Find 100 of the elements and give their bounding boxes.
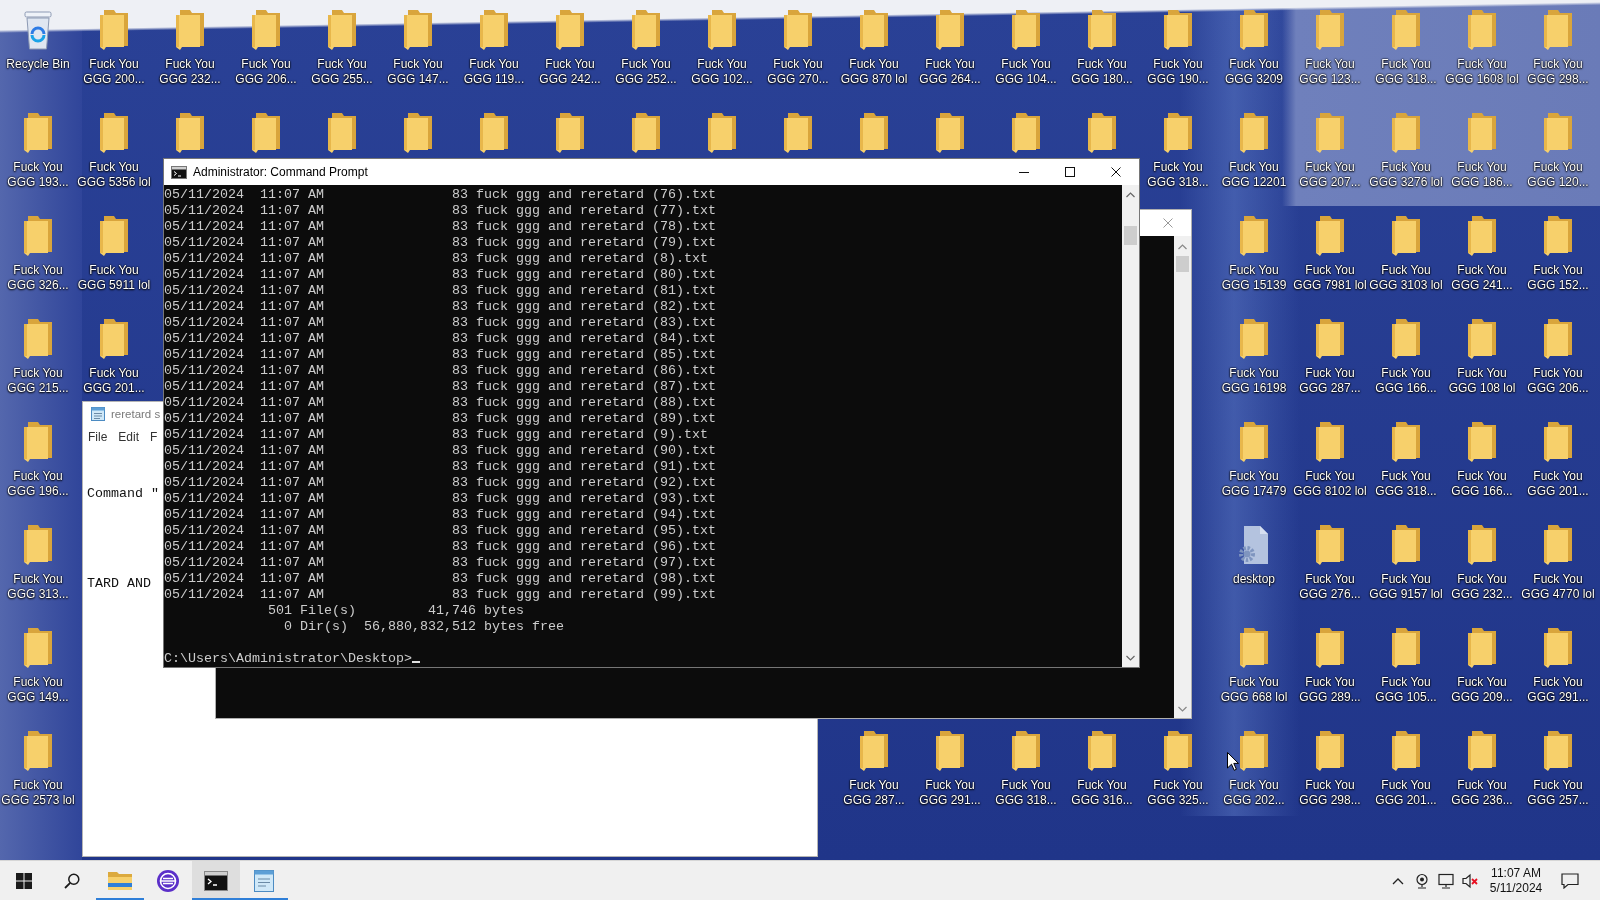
- desktop-folder[interactable]: Fuck You GGG 201...: [1375, 731, 1437, 808]
- desktop-file[interactable]: desktop: [1233, 525, 1275, 587]
- desktop-folder[interactable]: Fuck You GGG 287...: [1299, 319, 1361, 396]
- desktop-folder[interactable]: Fuck You GGG 318...: [1375, 422, 1437, 499]
- folder-icon[interactable]: [1088, 113, 1116, 153]
- desktop-folder[interactable]: Fuck You GGG 264...: [919, 10, 981, 87]
- desktop-folder[interactable]: Fuck You GGG 206...: [1527, 319, 1589, 396]
- desktop-folder[interactable]: Fuck You GGG 291...: [919, 731, 981, 808]
- desktop-folder[interactable]: Fuck You GGG 201...: [1527, 422, 1589, 499]
- chevron-up-icon[interactable]: [1392, 876, 1404, 885]
- folder-icon[interactable]: [936, 113, 964, 153]
- desktop-folder[interactable]: Fuck You GGG 105...: [1375, 628, 1437, 705]
- desktop-folder[interactable]: Fuck You GGG 326...: [7, 216, 69, 293]
- network-icon[interactable]: [1438, 872, 1454, 889]
- folder-icon[interactable]: [480, 113, 508, 153]
- desktop-folder[interactable]: Fuck You GGG 123...: [1299, 10, 1361, 87]
- desktop-folder[interactable]: Fuck You GGG 287...: [843, 731, 905, 808]
- desktop-folder[interactable]: Fuck You GGG 149...: [7, 628, 69, 705]
- desktop-folder[interactable]: Fuck You GGG 102...: [691, 10, 753, 87]
- desktop-folder[interactable]: Fuck You GGG 232...: [1451, 525, 1513, 602]
- desktop-folder[interactable]: Fuck You GGG 291...: [1527, 628, 1589, 705]
- scrollbar-thumb[interactable]: [1176, 256, 1189, 272]
- desktop-folder[interactable]: Fuck You GGG 318...: [1375, 10, 1437, 87]
- desktop-folder[interactable]: Fuck You GGG 236...: [1451, 731, 1513, 808]
- desktop-folder[interactable]: Fuck You GGG 166...: [1375, 319, 1437, 396]
- desktop-folder[interactable]: Fuck You GGG 1608 lol: [1445, 10, 1519, 87]
- taskbar-app-button[interactable]: [192, 861, 240, 900]
- scrollbar[interactable]: [1174, 236, 1191, 718]
- scroll-down-icon[interactable]: [1126, 655, 1135, 661]
- desktop-folder[interactable]: Fuck You GGG 5356 lol: [77, 113, 151, 190]
- desktop-folder[interactable]: Fuck You GGG 276...: [1299, 525, 1361, 602]
- desktop-folder[interactable]: Fuck You GGG 119...: [463, 10, 525, 87]
- desktop-folder[interactable]: Fuck You GGG 186...: [1451, 113, 1513, 190]
- desktop-folder[interactable]: Fuck You GGG 147...: [387, 10, 449, 87]
- desktop-folder[interactable]: Fuck You GGG 200...: [83, 10, 145, 87]
- desktop-folder[interactable]: Fuck You GGG 108 lol: [1448, 319, 1516, 396]
- scrollbar[interactable]: [1122, 185, 1139, 667]
- desktop-folder[interactable]: Fuck You GGG 870 lol: [840, 10, 908, 87]
- desktop-folder[interactable]: Fuck You GGG 152...: [1527, 216, 1589, 293]
- desktop-folder[interactable]: Fuck You GGG 17479: [1221, 422, 1287, 499]
- desktop-folder[interactable]: Fuck You GGG 318...: [1147, 113, 1209, 190]
- menu-item[interactable]: F: [150, 430, 158, 444]
- folder-icon[interactable]: [784, 113, 812, 153]
- desktop-folder[interactable]: Fuck You GGG 318...: [995, 731, 1057, 808]
- menu-item[interactable]: Edit: [118, 430, 140, 444]
- folder-icon[interactable]: [252, 113, 280, 153]
- desktop-folder[interactable]: Fuck You GGG 232...: [159, 10, 221, 87]
- desktop-folder[interactable]: Fuck You GGG 193...: [7, 113, 69, 190]
- desktop-folder[interactable]: Fuck You GGG 313...: [7, 525, 69, 602]
- desktop-folder[interactable]: Fuck You GGG 2573 lol: [1, 731, 75, 808]
- clock-button[interactable]: 11:07 AM 5/11/2024: [1482, 861, 1550, 900]
- folder-icon[interactable]: [1012, 113, 1040, 153]
- desktop-folder[interactable]: Fuck You GGG 207...: [1299, 113, 1361, 190]
- desktop-folder[interactable]: Fuck You GGG 190...: [1147, 10, 1209, 87]
- desktop-folder[interactable]: Fuck You GGG 7981 lol: [1293, 216, 1367, 293]
- desktop-folder[interactable]: Fuck You GGG 316...: [1071, 731, 1133, 808]
- scrollbar-thumb[interactable]: [1124, 226, 1137, 245]
- desktop-folder[interactable]: Fuck You GGG 242...: [539, 10, 601, 87]
- folder-icon[interactable]: [708, 113, 736, 153]
- desktop-folder[interactable]: Fuck You GGG 209...: [1451, 628, 1513, 705]
- desktop-folder[interactable]: Fuck You GGG 166...: [1451, 422, 1513, 499]
- desktop-folder[interactable]: Fuck You GGG 3103 lol: [1369, 216, 1443, 293]
- folder-icon[interactable]: [404, 113, 432, 153]
- desktop-folder[interactable]: Fuck You GGG 298...: [1527, 10, 1589, 87]
- desktop-folder[interactable]: Fuck You GGG 206...: [235, 10, 297, 87]
- desktop-folder[interactable]: Fuck You GGG 270...: [767, 10, 829, 87]
- menu-item[interactable]: File: [88, 430, 108, 444]
- desktop-folder[interactable]: Fuck You GGG 3209: [1225, 10, 1283, 87]
- desktop-folder[interactable]: Fuck You GGG 257...: [1527, 731, 1589, 808]
- desktop-folder[interactable]: Fuck You GGG 255...: [311, 10, 373, 87]
- desktop-folder[interactable]: Fuck You GGG 241...: [1451, 216, 1513, 293]
- desktop-folder[interactable]: Fuck You GGG 325...: [1147, 731, 1209, 808]
- folder-icon[interactable]: [176, 113, 204, 153]
- folder-icon[interactable]: [556, 113, 584, 153]
- webcam-icon[interactable]: [1414, 872, 1430, 889]
- desktop-folder[interactable]: Fuck You GGG 5911 lol: [77, 216, 151, 293]
- scroll-up-icon[interactable]: [1126, 192, 1135, 198]
- folder-icon[interactable]: [632, 113, 660, 153]
- desktop-folder[interactable]: Fuck You GGG 215...: [7, 319, 69, 396]
- desktop-folder[interactable]: Fuck You GGG 16198: [1221, 319, 1287, 396]
- volume-icon[interactable]: [1462, 872, 1478, 889]
- desktop-folder[interactable]: Fuck You GGG 12201: [1221, 113, 1287, 190]
- desktop-folder[interactable]: Fuck You GGG 3276 lol: [1369, 113, 1443, 190]
- desktop-folder[interactable]: Fuck You GGG 668 lol: [1220, 628, 1288, 705]
- desktop-folder[interactable]: Fuck You GGG 180...: [1071, 10, 1133, 87]
- desktop-folder[interactable]: Fuck You GGG 15139: [1221, 216, 1287, 293]
- desktop-folder[interactable]: Fuck You GGG 4770 lol: [1521, 525, 1595, 602]
- desktop-folder[interactable]: Fuck You GGG 201...: [83, 319, 145, 396]
- desktop-folder[interactable]: Fuck You GGG 196...: [7, 422, 69, 499]
- desktop-folder[interactable]: Fuck You GGG 252...: [615, 10, 677, 87]
- desktop-folder[interactable]: Fuck You GGG 289...: [1299, 628, 1361, 705]
- folder-icon[interactable]: [860, 113, 888, 153]
- folder-icon[interactable]: [328, 113, 356, 153]
- desktop-folder[interactable]: Fuck You GGG 9157 lol: [1369, 525, 1443, 602]
- desktop-folder[interactable]: Fuck You GGG 120...: [1527, 113, 1589, 190]
- desktop-recycle-bin[interactable]: Recycle Bin: [6, 10, 70, 72]
- desktop-folder[interactable]: Fuck You GGG 8102 lol: [1293, 422, 1367, 499]
- desktop-folder[interactable]: Fuck You GGG 104...: [995, 10, 1057, 87]
- notification-icon[interactable]: [1561, 872, 1579, 889]
- desktop-folder[interactable]: Fuck You GGG 298...: [1299, 731, 1361, 808]
